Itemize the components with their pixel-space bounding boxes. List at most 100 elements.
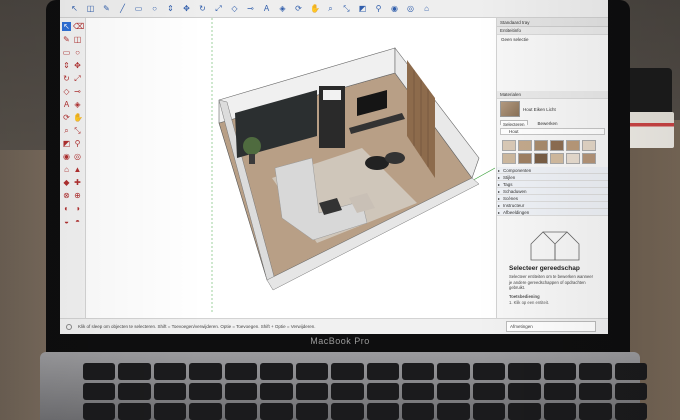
walk-icon[interactable]: ⚲ — [374, 4, 383, 13]
tool-button-icon[interactable]: ↻ — [62, 74, 71, 83]
tool-button-icon[interactable]: ⊕ — [73, 191, 82, 200]
material-swatch[interactable] — [550, 153, 564, 164]
tool-button-icon[interactable]: ⚲ — [73, 139, 82, 148]
large-toolset: ↖ ⌫ ✎ ◫ ▭ ○ ⇕ ✥ ↻ ⤢ ◇ ⊸ A ◈ ⟳ ✋ ⌕ ⤡ ◩ ⚲ ◉ ◎ ⌂ ▲ ◆ ✚ ⊗ ⊕ ◐ ◑ ◒ ◓ — [60, 18, 86, 318]
material-swatch[interactable] — [566, 140, 580, 151]
tool-button-icon[interactable]: ◑ — [73, 204, 82, 213]
tool-button-icon[interactable]: ◐ — [62, 204, 71, 213]
tool-button-icon[interactable]: ⊗ — [62, 191, 71, 200]
material-swatch[interactable] — [534, 140, 548, 151]
collapsed-section[interactable]: Componenten — [497, 167, 608, 174]
tool-button-icon[interactable]: ◩ — [62, 139, 71, 148]
collapsed-sections: ComponentenStijlenTagsSchaduwenScènesIns… — [497, 167, 608, 216]
collapsed-section[interactable]: Schaduwen — [497, 188, 608, 195]
collapsed-section[interactable]: Tags — [497, 181, 608, 188]
tool-button-icon[interactable]: ✋ — [73, 113, 83, 122]
tool-button-icon[interactable]: ○ — [73, 48, 82, 57]
material-preview[interactable] — [500, 101, 520, 117]
material-swatch[interactable] — [534, 153, 548, 164]
material-swatch[interactable] — [518, 140, 532, 151]
tool-button-icon[interactable]: ⇕ — [62, 61, 71, 70]
floorplan-model — [211, 18, 496, 314]
tool-button-icon[interactable]: ✚ — [73, 178, 82, 187]
keyboard-key — [153, 363, 187, 380]
tool-button-icon[interactable]: ◉ — [62, 152, 71, 161]
keyboard-key — [614, 363, 647, 380]
material-swatch[interactable] — [550, 140, 564, 151]
material-swatch[interactable] — [502, 140, 516, 151]
text-icon[interactable]: A — [262, 4, 271, 13]
move-icon[interactable]: ✥ — [182, 4, 191, 13]
rectangle-icon[interactable]: ▭ — [134, 4, 143, 13]
zoom-extents-icon[interactable]: ⤡ — [342, 4, 351, 13]
position-camera-icon[interactable]: ◉ — [390, 4, 399, 13]
keyboard-key — [118, 403, 151, 420]
materials-header[interactable]: Materialen — [497, 91, 608, 99]
tool-button-icon[interactable]: ◈ — [73, 100, 82, 109]
line-icon[interactable]: ╱ — [118, 4, 127, 13]
tool-button-icon[interactable]: ✎ — [62, 35, 71, 44]
section-icon[interactable]: ◩ — [358, 4, 367, 13]
zoom-icon[interactable]: ⌕ — [326, 4, 335, 13]
collapsed-section[interactable]: Afbeeldingen — [497, 209, 608, 216]
tool-button-icon[interactable]: ◫ — [73, 35, 82, 44]
keyboard-key — [118, 383, 151, 400]
pan-icon[interactable]: ✋ — [310, 4, 320, 13]
tool-button-icon[interactable]: ⊸ — [73, 87, 82, 96]
material-swatch[interactable] — [566, 153, 580, 164]
material-swatch[interactable] — [518, 153, 532, 164]
scale-icon[interactable]: ⤢ — [214, 4, 223, 13]
orbit-icon[interactable]: ⟳ — [294, 4, 303, 13]
pushpull-icon[interactable]: ⇕ — [166, 4, 175, 13]
material-swatch[interactable] — [502, 153, 516, 164]
tool-button-icon[interactable]: ▲ — [73, 165, 82, 174]
collapsed-section[interactable]: Scènes — [497, 195, 608, 202]
tab-edit[interactable]: Bewerken — [536, 120, 560, 126]
tool-button-icon[interactable]: ⌕ — [62, 126, 71, 135]
tool-button-icon[interactable]: ↖ — [62, 22, 71, 31]
keyboard-key — [472, 363, 506, 380]
collapsed-section[interactable]: Stijlen — [497, 174, 608, 181]
warehouse-icon[interactable]: ⌂ — [422, 4, 431, 13]
material-swatch-grid — [497, 137, 608, 167]
tool-button-icon[interactable]: ◓ — [73, 217, 82, 226]
tool-button-icon[interactable]: ⌂ — [62, 165, 71, 174]
look-around-icon[interactable]: ◎ — [406, 4, 415, 13]
tape-icon[interactable]: ⊸ — [246, 4, 255, 13]
keyboard-key — [543, 363, 577, 380]
entity-info-header[interactable]: Entiteitinfo — [497, 27, 608, 35]
offset-icon[interactable]: ◇ — [230, 4, 239, 13]
model-viewport[interactable] — [87, 18, 496, 314]
tool-button-icon[interactable]: ◒ — [62, 217, 71, 226]
keyboard-key — [508, 383, 541, 400]
tool-button-icon[interactable]: ⤢ — [73, 74, 82, 83]
pencil-icon[interactable]: ✎ — [102, 4, 111, 13]
paint-icon[interactable]: ◈ — [278, 4, 287, 13]
tool-button-icon[interactable]: ⤡ — [73, 126, 82, 135]
tool-button-icon[interactable]: ◆ — [62, 178, 71, 187]
circle-icon[interactable]: ○ — [150, 4, 159, 13]
eraser-icon[interactable]: ◫ — [86, 4, 95, 13]
tool-button-icon[interactable]: ◇ — [62, 87, 71, 96]
keyboard-key — [83, 383, 116, 400]
material-swatch[interactable] — [582, 153, 596, 164]
tool-button-icon[interactable]: ◎ — [73, 152, 82, 161]
measurements-box[interactable]: Afmetingen — [506, 321, 596, 332]
plant-pot — [249, 154, 255, 164]
rotate-icon[interactable]: ↻ — [198, 4, 207, 13]
material-category[interactable]: Hout — [500, 128, 605, 135]
info-icon[interactable] — [66, 323, 72, 330]
keyboard-key — [224, 403, 258, 420]
status-bar: Klik of sleep om objecten te selecteren.… — [60, 318, 608, 334]
tool-button-icon[interactable]: ✥ — [73, 61, 82, 70]
keyboard-key — [189, 403, 222, 420]
collapsed-section[interactable]: Instructeur — [497, 202, 608, 209]
tool-button-icon[interactable]: ▭ — [62, 48, 71, 57]
tool-button-icon[interactable]: A — [62, 100, 71, 109]
keyboard-key — [260, 363, 293, 380]
tool-button-icon[interactable]: ⟳ — [62, 113, 71, 122]
select-icon[interactable]: ↖ — [70, 4, 79, 13]
tool-button-icon[interactable]: ⌫ — [73, 22, 84, 31]
tab-select[interactable]: Selecteren — [500, 120, 528, 127]
material-swatch[interactable] — [582, 140, 596, 151]
